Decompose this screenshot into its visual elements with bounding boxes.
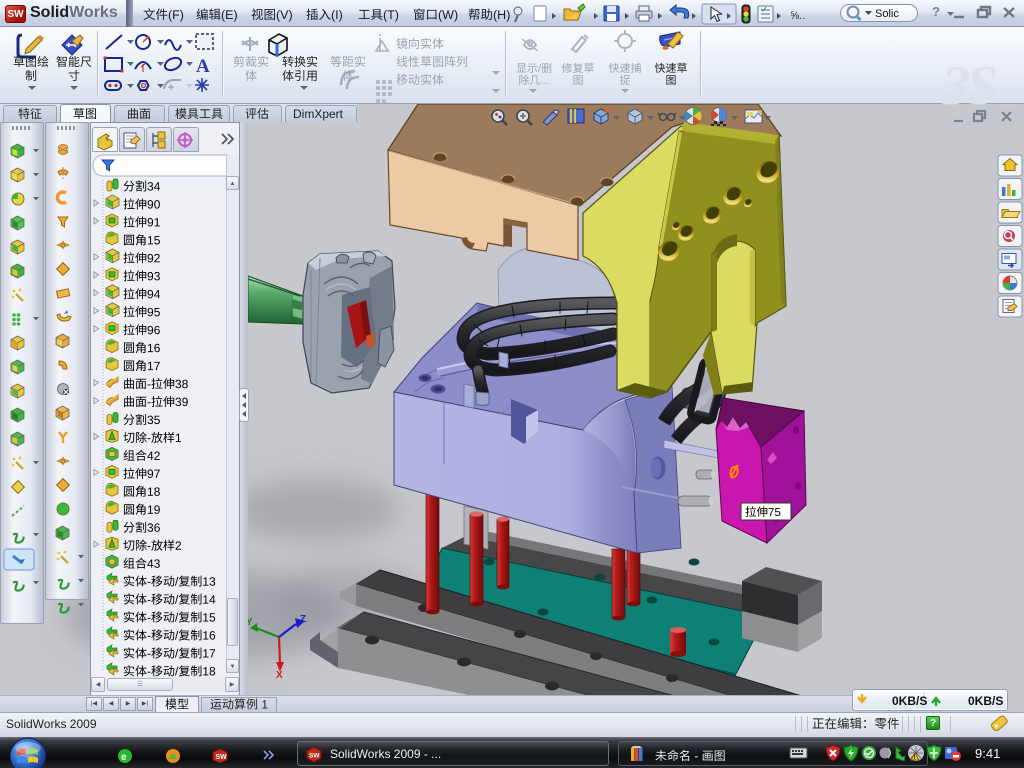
svg-text:e: e <box>121 752 127 763</box>
svg-text:!: ! <box>914 755 916 761</box>
svg-text:0KB/S: 0KB/S <box>892 694 927 708</box>
svg-text:SW: SW <box>216 754 228 761</box>
svg-text:SW: SW <box>309 753 320 760</box>
